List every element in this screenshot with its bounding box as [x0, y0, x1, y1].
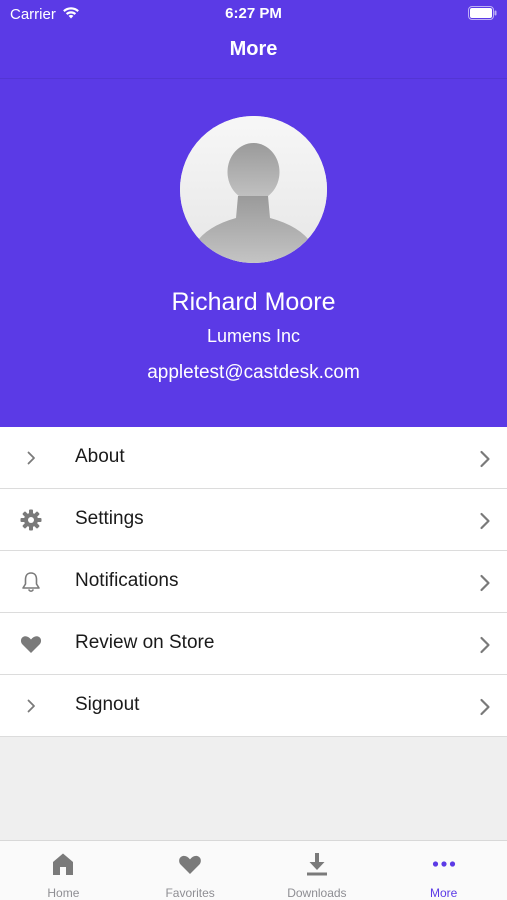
menu-item-label: Settings — [75, 508, 144, 529]
chevron-right-icon — [479, 697, 491, 717]
page-title: More — [229, 38, 278, 60]
menu-item-signout[interactable]: Signout — [0, 675, 507, 737]
chevron-right-icon — [479, 573, 491, 593]
tab-label: Home — [47, 886, 80, 900]
home-icon — [50, 851, 76, 877]
chevron-right-icon — [19, 694, 43, 718]
download-icon — [304, 851, 330, 877]
more-dots-icon — [431, 851, 457, 877]
tab-favorites[interactable]: Favorites — [127, 841, 254, 900]
tab-bar: Home Favorites Downloads More — [0, 840, 507, 900]
chevron-right-icon — [479, 635, 491, 655]
heart-icon — [177, 851, 203, 877]
profile-header: Carrier 6:27 PM More Richard Moore Lumen… — [0, 0, 507, 427]
avatar[interactable] — [180, 116, 327, 263]
menu-item-label: About — [75, 446, 125, 467]
menu-item-settings[interactable]: Settings — [0, 489, 507, 551]
gear-icon — [19, 508, 43, 532]
tab-home[interactable]: Home — [0, 841, 127, 900]
status-bar: Carrier 6:27 PM — [0, 0, 507, 28]
tab-more[interactable]: More — [380, 841, 507, 900]
menu-item-notifications[interactable]: Notifications — [0, 551, 507, 613]
tab-label: Favorites — [165, 886, 215, 900]
tab-label: Downloads — [287, 886, 347, 900]
chevron-right-icon — [19, 446, 43, 470]
menu-item-label: Signout — [75, 694, 140, 715]
menu-item-about[interactable]: About — [0, 427, 507, 489]
user-name: Richard Moore — [171, 288, 336, 316]
menu-item-review-on-store[interactable]: Review on Store — [0, 613, 507, 675]
tab-downloads[interactable]: Downloads — [254, 841, 381, 900]
bell-icon — [19, 570, 43, 594]
menu-list: About Settings Notifications Review on S… — [0, 427, 507, 737]
nav-divider — [0, 78, 507, 79]
user-email: appletest@castdesk.com — [147, 362, 360, 383]
tab-label: More — [429, 886, 458, 900]
menu-item-label: Notifications — [75, 570, 179, 591]
status-time: 6:27 PM — [225, 5, 282, 22]
battery-icon — [468, 6, 497, 20]
user-company: Lumens Inc — [206, 326, 301, 346]
chevron-right-icon — [479, 511, 491, 531]
chevron-right-icon — [479, 449, 491, 469]
menu-item-label: Review on Store — [75, 632, 215, 653]
heart-icon — [19, 632, 43, 656]
